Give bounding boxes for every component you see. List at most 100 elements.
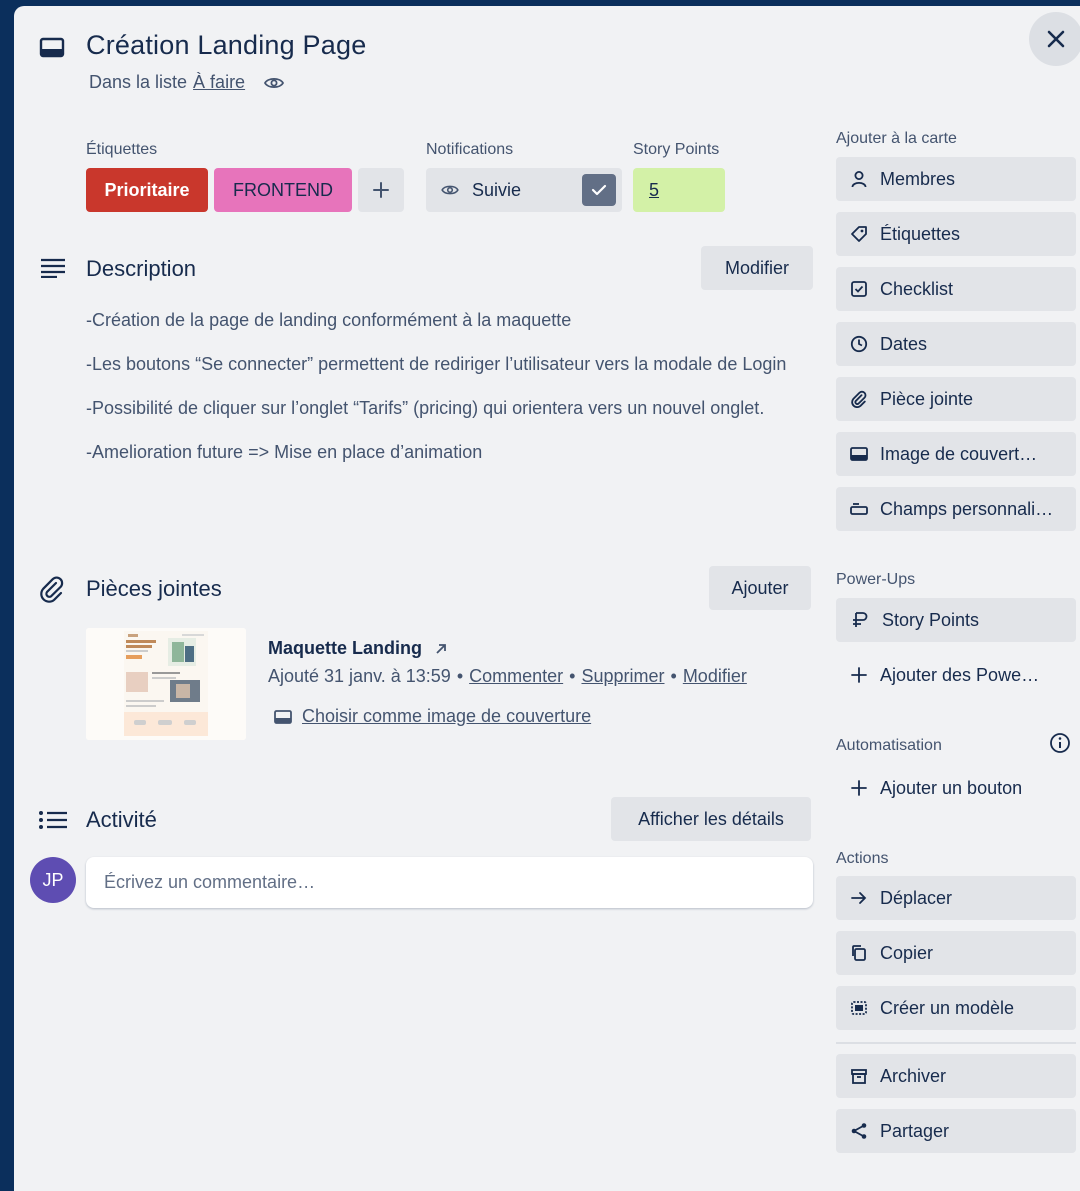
info-icon[interactable] <box>1049 732 1071 754</box>
share-button[interactable]: Partager <box>836 1109 1076 1153</box>
template-icon <box>851 1001 867 1015</box>
checklist-button[interactable]: Checklist <box>836 267 1076 311</box>
copy-icon <box>852 945 866 961</box>
show-details-button[interactable]: Afficher les détails <box>611 797 811 841</box>
copy-button[interactable]: Copier <box>836 931 1076 975</box>
members-button[interactable]: Membres <box>836 157 1076 201</box>
attachment-button[interactable]: Pièce jointe <box>836 377 1076 421</box>
plus-icon <box>373 182 389 198</box>
list-location: Dans la liste À faire <box>89 72 285 93</box>
plus-icon <box>851 780 867 796</box>
activity-heading: Activité <box>86 807 157 832</box>
card-icon <box>39 37 65 58</box>
make-cover-link[interactable]: Choisir comme image de couverture <box>274 706 591 727</box>
powerups-label: Power-Ups <box>836 571 916 588</box>
story-points-section-label: Story Points <box>633 141 720 158</box>
archive-button[interactable]: Archiver <box>836 1054 1076 1098</box>
clock-icon <box>850 335 868 353</box>
story-points-value[interactable]: 5 <box>633 168 725 212</box>
eye-icon <box>441 185 459 195</box>
avatar[interactable]: JP <box>30 857 76 903</box>
comment-input[interactable]: Écrivez un commentaire… <box>86 857 813 908</box>
close-icon <box>1047 30 1065 48</box>
person-icon <box>851 171 867 188</box>
card-cover-icon <box>850 447 868 461</box>
list-link[interactable]: À faire <box>193 72 245 93</box>
story-points-number: 5 <box>649 179 660 200</box>
checklist-icon <box>851 281 867 297</box>
attachment-name-row: Maquette Landing <box>268 638 448 659</box>
share-icon <box>851 1123 867 1139</box>
plus-icon <box>851 667 867 683</box>
copy-label: Copier <box>880 942 934 963</box>
notifications-section-label: Notifications <box>426 141 514 158</box>
attachment-edit-link[interactable]: Modifier <box>683 666 747 687</box>
description-paragraph: -Les boutons “Se connecter” permettent d… <box>86 354 787 374</box>
watching-checkbox[interactable] <box>582 174 616 206</box>
add-to-card-label: Ajouter à la carte <box>836 130 957 147</box>
add-label-button[interactable] <box>358 168 404 212</box>
check-icon <box>591 184 607 196</box>
description-body[interactable]: -Création de la page de landing conformé… <box>86 306 811 466</box>
attachment-label: Pièce jointe <box>880 388 974 409</box>
attachment-comment-link[interactable]: Commenter <box>469 666 563 687</box>
arrow-right-icon <box>851 892 867 904</box>
custom-fields-button[interactable]: Champs personnali… <box>836 487 1076 531</box>
card-title[interactable]: Création Landing Page <box>86 30 366 61</box>
checklist-label: Checklist <box>880 278 954 299</box>
add-button-label: Ajouter un bouton <box>880 777 1023 798</box>
make-cover-label: Choisir comme image de couverture <box>302 706 592 726</box>
archive-icon <box>851 1069 867 1084</box>
description-heading: Description <box>86 256 197 281</box>
custom-fields-icon <box>850 503 868 515</box>
attachments-heading: Pièces jointes <box>86 576 222 601</box>
attachment-meta: Ajouté 31 janv. à 13:59 • Commenter • Su… <box>268 666 747 687</box>
attachment-thumbnail[interactable] <box>86 628 246 740</box>
add-powerups-button[interactable]: Ajouter des Powe… <box>836 653 1076 697</box>
eye-icon <box>264 77 285 88</box>
card-detail-modal: Création Landing Page Dans la liste À fa… <box>14 6 1080 1191</box>
automation-label: Automatisation <box>836 737 942 754</box>
story-points-powerup-button[interactable]: Story Points <box>836 598 1076 642</box>
dates-label: Dates <box>880 333 928 354</box>
add-powerups-label: Ajouter des Powe… <box>880 664 1040 685</box>
tag-icon <box>851 226 867 242</box>
attachment-delete-link[interactable]: Supprimer <box>581 666 664 687</box>
description-paragraph: -Possibilité de cliquer sur l’onglet “Ta… <box>86 398 765 418</box>
edit-description-button[interactable]: Modifier <box>701 246 813 290</box>
separator-dot: • <box>670 666 677 686</box>
labels-section-label: Étiquettes <box>86 141 158 158</box>
cover-button[interactable]: Image de couvert… <box>836 432 1076 476</box>
archive-label: Archiver <box>880 1065 947 1086</box>
paperclip-icon <box>40 576 64 603</box>
watch-label: Suivie <box>472 179 522 200</box>
label-frontend[interactable]: FRONTEND <box>214 168 352 212</box>
cover-label: Image de couvert… <box>880 443 1038 464</box>
external-link-icon[interactable] <box>434 642 448 656</box>
move-button[interactable]: Déplacer <box>836 876 1076 920</box>
description-paragraph: -Amelioration future => Mise en place d’… <box>86 442 483 462</box>
move-label: Déplacer <box>880 887 953 908</box>
attachment-added-date: Ajouté 31 janv. à 13:59 <box>268 666 451 686</box>
dates-button[interactable]: Dates <box>836 322 1076 366</box>
add-attachment-button[interactable]: Ajouter <box>709 566 811 610</box>
watch-button[interactable]: Suivie <box>426 168 622 212</box>
make-template-label: Créer un modèle <box>880 997 1015 1018</box>
landing-page-preview-image <box>86 628 246 740</box>
make-template-button[interactable]: Créer un modèle <box>836 986 1076 1030</box>
description-icon <box>41 258 65 278</box>
paperclip-icon <box>851 390 867 408</box>
share-label: Partager <box>880 1120 950 1141</box>
separator-dot: • <box>569 666 576 686</box>
add-button-button[interactable]: Ajouter un bouton <box>836 766 1076 810</box>
members-label: Membres <box>880 168 956 189</box>
story-points-icon <box>853 612 868 627</box>
story-points-powerup-label: Story Points <box>882 609 980 630</box>
comment-placeholder: Écrivez un commentaire… <box>104 872 316 892</box>
actions-label: Actions <box>836 850 889 867</box>
labels-button[interactable]: Étiquettes <box>836 212 1076 256</box>
label-prioritaire[interactable]: Prioritaire <box>86 168 208 212</box>
close-button[interactable] <box>1029 12 1080 66</box>
attachment-name[interactable]: Maquette Landing <box>268 638 422 659</box>
list-prefix: Dans la liste <box>89 72 188 92</box>
